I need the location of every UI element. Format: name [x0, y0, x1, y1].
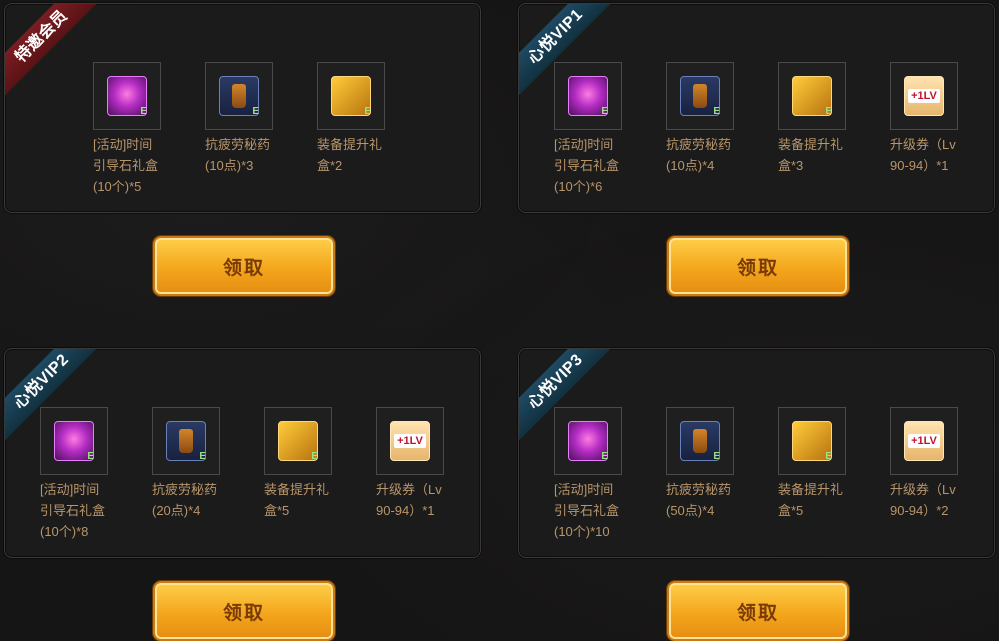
stone-gift-box-icon: E [568, 421, 608, 462]
level-up-ticket-icon: +1LV [904, 421, 944, 461]
reward-label: 抗疲劳秘药(20点)*4 [152, 482, 218, 518]
claim-button-vip1[interactable]: 领取 [667, 236, 849, 296]
fatigue-potion-icon: E [166, 421, 206, 462]
tier-ribbon: 特邀会员 [5, 4, 106, 101]
equipment-chest-icon: E [792, 421, 832, 462]
reward-item: E 抗疲劳秘药(50点)*4 [666, 407, 734, 542]
level-up-ticket-icon: +1LV [390, 421, 430, 461]
reward-label: 装备提升礼盒*5 [264, 482, 330, 518]
equipment-chest-icon: E [792, 76, 832, 117]
reward-item: E [活动]时间引导石礼盒(10个)*5 [93, 62, 161, 197]
tier-panel-vip1: 心悦VIP1 E [活动]时间引导石礼盒(10个)*6 E 抗疲劳秘药(10点)… [518, 3, 995, 213]
reward-item: E 抗疲劳秘药(10点)*4 [666, 62, 734, 197]
reward-label: 升级券（Lv90-94）*1 [376, 482, 442, 518]
reward-label: [活动]时间引导石礼盒(10个)*5 [93, 137, 159, 194]
reward-label: [活动]时间引导石礼盒(10个)*8 [40, 482, 106, 539]
tier-panel-vip2: 心悦VIP2 E [活动]时间引导石礼盒(10个)*8 E 抗疲劳秘药(20点)… [4, 348, 481, 558]
fatigue-potion-icon: E [680, 421, 720, 462]
equipment-chest-icon: E [278, 421, 318, 462]
tier-panel-invited: 特邀会员 E [活动]时间引导石礼盒(10个)*5 E 抗疲劳秘药(10点)*3… [4, 3, 481, 213]
reward-item: E 抗疲劳秘药(20点)*4 [152, 407, 220, 542]
reward-item: E 装备提升礼盒*2 [317, 62, 385, 197]
fatigue-potion-icon: E [680, 76, 720, 117]
claim-button-invited[interactable]: 领取 [153, 236, 335, 296]
equipment-chest-icon: E [331, 76, 371, 117]
tier-panel-vip3: 心悦VIP3 E [活动]时间引导石礼盒(10个)*10 E 抗疲劳秘药(50点… [518, 348, 995, 558]
reward-item: +1LV 升级券（Lv90-94）*2 [890, 407, 958, 542]
reward-item: E [活动]时间引导石礼盒(10个)*8 [40, 407, 108, 542]
reward-label: 装备提升礼盒*5 [778, 482, 844, 518]
reward-item: E 装备提升礼盒*5 [778, 407, 846, 542]
reward-label: 升级券（Lv90-94）*2 [890, 482, 956, 518]
reward-label: [活动]时间引导石礼盒(10个)*10 [554, 482, 620, 539]
reward-label: 装备提升礼盒*3 [778, 137, 844, 173]
reward-item: E 装备提升礼盒*3 [778, 62, 846, 197]
level-up-ticket-icon: +1LV [904, 76, 944, 116]
reward-item: E [活动]时间引导石礼盒(10个)*10 [554, 407, 622, 542]
claim-button-vip2[interactable]: 领取 [153, 581, 335, 641]
reward-label: 抗疲劳秘药(10点)*3 [205, 137, 271, 173]
reward-label: [活动]时间引导石礼盒(10个)*6 [554, 137, 620, 194]
reward-item: +1LV 升级券（Lv90-94）*1 [890, 62, 958, 197]
stone-gift-box-icon: E [568, 76, 608, 117]
stone-gift-box-icon: E [54, 421, 94, 462]
reward-label: 升级券（Lv90-94）*1 [890, 137, 956, 173]
reward-label: 抗疲劳秘药(50点)*4 [666, 482, 732, 518]
stone-gift-box-icon: E [107, 76, 147, 117]
reward-item: E 抗疲劳秘药(10点)*3 [205, 62, 273, 197]
reward-label: 抗疲劳秘药(10点)*4 [666, 137, 732, 173]
fatigue-potion-icon: E [219, 76, 259, 117]
reward-item: E [活动]时间引导石礼盒(10个)*6 [554, 62, 622, 197]
reward-item: E 装备提升礼盒*5 [264, 407, 332, 542]
reward-label: 装备提升礼盒*2 [317, 137, 383, 173]
reward-item: +1LV 升级券（Lv90-94）*1 [376, 407, 444, 542]
claim-button-vip3[interactable]: 领取 [667, 581, 849, 641]
